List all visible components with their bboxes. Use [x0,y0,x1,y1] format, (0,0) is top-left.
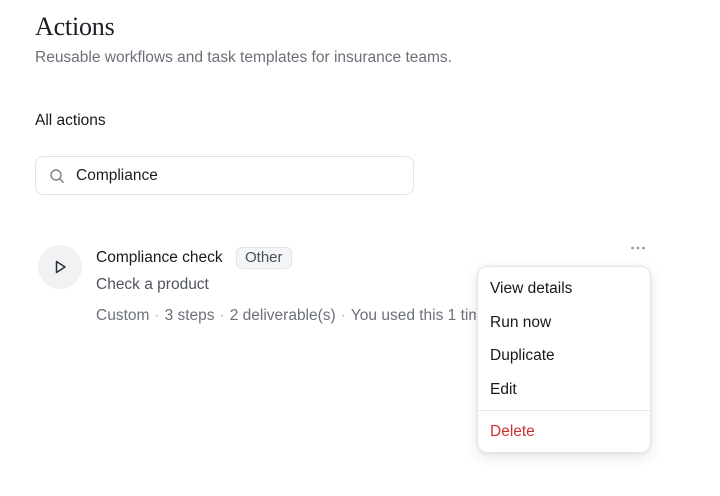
search-box[interactable] [35,156,414,195]
meta-usage: You used this 1 time [350,307,476,324]
menu-divider [478,410,650,411]
search-input[interactable] [76,157,403,194]
play-icon [55,260,66,274]
menu-item-duplicate[interactable]: Duplicate [478,341,650,371]
more-options-button[interactable] [627,240,649,256]
menu-item-edit[interactable]: Edit [478,375,650,405]
meta-source: Custom [96,307,150,324]
menu-item-delete[interactable]: Delete [478,417,650,447]
page-subtitle: Reusable workflows and task templates fo… [35,49,452,66]
section-heading: All actions [35,112,106,129]
action-run-button[interactable] [38,245,82,289]
search-icon [50,169,64,183]
menu-item-run-now[interactable]: Run now [478,308,650,338]
category-badge: Other [236,247,292,269]
meta-separator: · [340,307,346,324]
page-title: Actions [35,12,115,41]
action-title[interactable]: Compliance check [96,249,223,267]
meta-deliverables: 2 deliverable(s) [229,307,336,324]
meta-steps: 3 steps [164,307,215,324]
meta-separator: · [219,307,225,324]
more-horizontal-icon [631,246,645,250]
menu-item-view-details[interactable]: View details [478,274,650,304]
action-context-menu: View details Run now Duplicate Edit Dele… [477,266,651,453]
action-description: Check a product [96,276,209,293]
meta-separator: · [154,307,160,324]
action-meta: Custom · 3 steps · 2 deliverable(s) · You used… [96,307,476,325]
actions-page: Actions Reusable workflows and task temp… [0,0,720,496]
